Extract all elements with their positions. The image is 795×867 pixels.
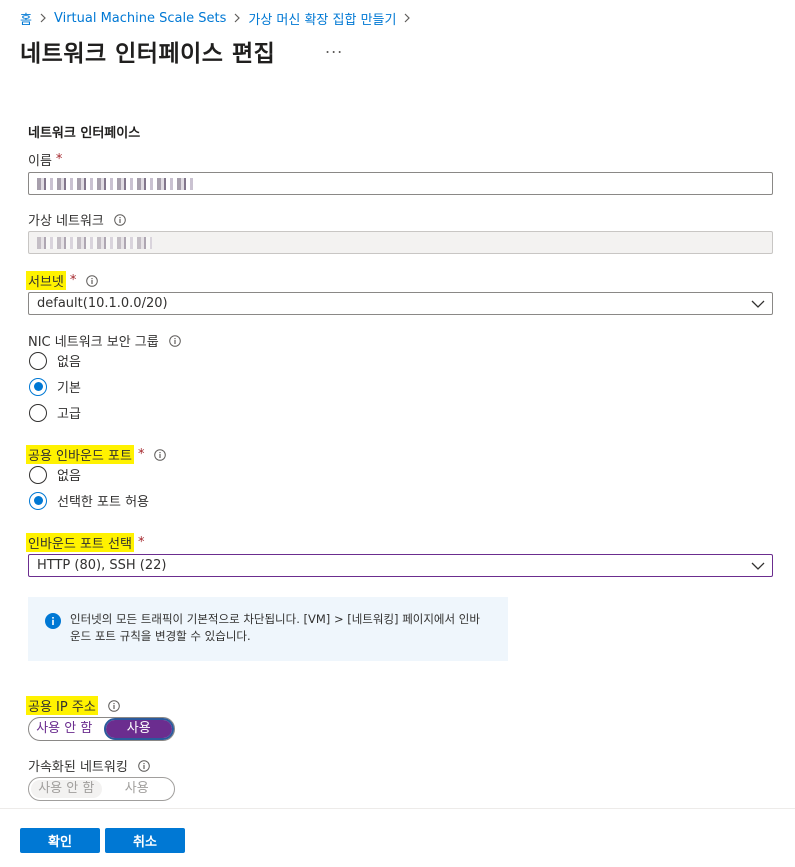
required-mark: * [137, 447, 145, 462]
chevron-right-icon [233, 13, 241, 23]
breadcrumb-home-link[interactable]: 홈 [20, 9, 32, 28]
page-title: 네트워크 인터페이스 편집 [20, 41, 276, 67]
subnet-select[interactable]: default(10.1.0.0/20) [28, 292, 773, 315]
required-mark: * [69, 273, 77, 288]
ok-button[interactable]: 확인 [20, 828, 100, 853]
vnet-label: 가상 네트워크 [28, 210, 126, 229]
info-icon[interactable] [138, 759, 150, 772]
cancel-button[interactable]: 취소 [105, 828, 185, 853]
inbound-ports-select[interactable]: HTTP (80), SSH (22) [28, 554, 773, 577]
vnet-input [28, 231, 773, 254]
nsg-option-basic[interactable]: 기본 [29, 377, 81, 396]
accel-toggle: 사용 안 함 사용 [28, 777, 175, 801]
more-options-button[interactable]: ... [325, 38, 343, 57]
public-ip-toggle[interactable]: 사용 안 함 사용 [28, 717, 175, 741]
inbound-ports-label: 인바운드 포트 선택 * [26, 533, 145, 552]
radio-label: 기본 [57, 381, 81, 396]
radio-label: 없음 [57, 469, 81, 484]
nsg-option-advanced[interactable]: 고급 [29, 403, 81, 422]
public-ports-label: 공용 인바운드 포트 * [26, 445, 167, 464]
chevron-down-icon [751, 562, 765, 570]
toggle-option-disabled[interactable]: 사용 안 함 [31, 720, 98, 738]
public-ip-label-text: 공용 IP 주소 [26, 696, 98, 715]
toggle-option-enabled: 사용 [124, 781, 149, 796]
subnet-label: 서브넷 * [26, 271, 99, 290]
radio-label: 없음 [57, 355, 81, 370]
radio-button[interactable] [29, 465, 47, 484]
vnet-label-text: 가상 네트워크 [28, 214, 104, 229]
redacted-value [37, 177, 197, 190]
nsg-label-text: NIC 네트워크 보안 그룹 [28, 335, 159, 350]
toggle-option-disabled: 사용 안 함 [31, 780, 102, 798]
chevron-down-icon [751, 300, 765, 308]
nsg-label: NIC 네트워크 보안 그룹 [28, 331, 181, 350]
chevron-right-icon [39, 13, 47, 23]
accel-label: 가속화된 네트워킹 [28, 756, 150, 775]
breadcrumb-vmss-link[interactable]: Virtual Machine Scale Sets [54, 11, 226, 26]
footer-divider [0, 808, 795, 809]
radio-label: 고급 [57, 407, 81, 422]
info-message-text: 인터넷의 모든 트래픽이 기본적으로 차단됩니다. [VM] > [네트워킹] … [70, 612, 480, 643]
required-mark: * [55, 152, 63, 167]
info-icon[interactable] [86, 274, 99, 287]
radio-button[interactable] [29, 351, 47, 370]
inbound-ports-select-value: HTTP (80), SSH (22) [37, 558, 167, 573]
radio-label: 선택한 포트 허용 [57, 495, 149, 510]
info-filled-icon [45, 613, 61, 629]
info-message-box: 인터넷의 모든 트래픽이 기본적으로 차단됩니다. [VM] > [네트워킹] … [28, 597, 508, 661]
toggle-option-enabled[interactable]: 사용 [103, 718, 174, 740]
chevron-right-icon [403, 13, 411, 23]
required-mark: * [137, 535, 145, 550]
public-ip-label: 공용 IP 주소 [26, 696, 120, 715]
subnet-label-text: 서브넷 [26, 271, 66, 290]
info-icon[interactable] [114, 213, 126, 226]
radio-button-selected[interactable] [29, 377, 47, 396]
section-title: 네트워크 인터페이스 [28, 126, 141, 141]
public-ports-option-allow[interactable]: 선택한 포트 허용 [29, 491, 149, 510]
accel-label-text: 가속화된 네트워킹 [28, 760, 128, 775]
subnet-select-value: default(10.1.0.0/20) [37, 296, 168, 311]
name-input[interactable] [28, 172, 773, 195]
breadcrumb-create-vmss-link[interactable]: 가상 머신 확장 집합 만들기 [248, 9, 396, 28]
radio-button[interactable] [29, 403, 47, 422]
breadcrumb: 홈 Virtual Machine Scale Sets 가상 머신 확장 집합… [20, 8, 418, 28]
redacted-value [37, 236, 152, 249]
info-icon[interactable] [154, 448, 167, 461]
public-ports-option-none[interactable]: 없음 [29, 465, 81, 484]
nsg-option-none[interactable]: 없음 [29, 351, 81, 370]
public-ports-label-text: 공용 인바운드 포트 [26, 445, 134, 464]
radio-button-selected[interactable] [29, 491, 47, 510]
info-icon[interactable] [107, 699, 120, 712]
name-label: 이름 * [28, 150, 62, 169]
info-icon[interactable] [168, 334, 181, 347]
name-label-text: 이름 [28, 154, 52, 169]
inbound-ports-label-text: 인바운드 포트 선택 [26, 533, 134, 552]
